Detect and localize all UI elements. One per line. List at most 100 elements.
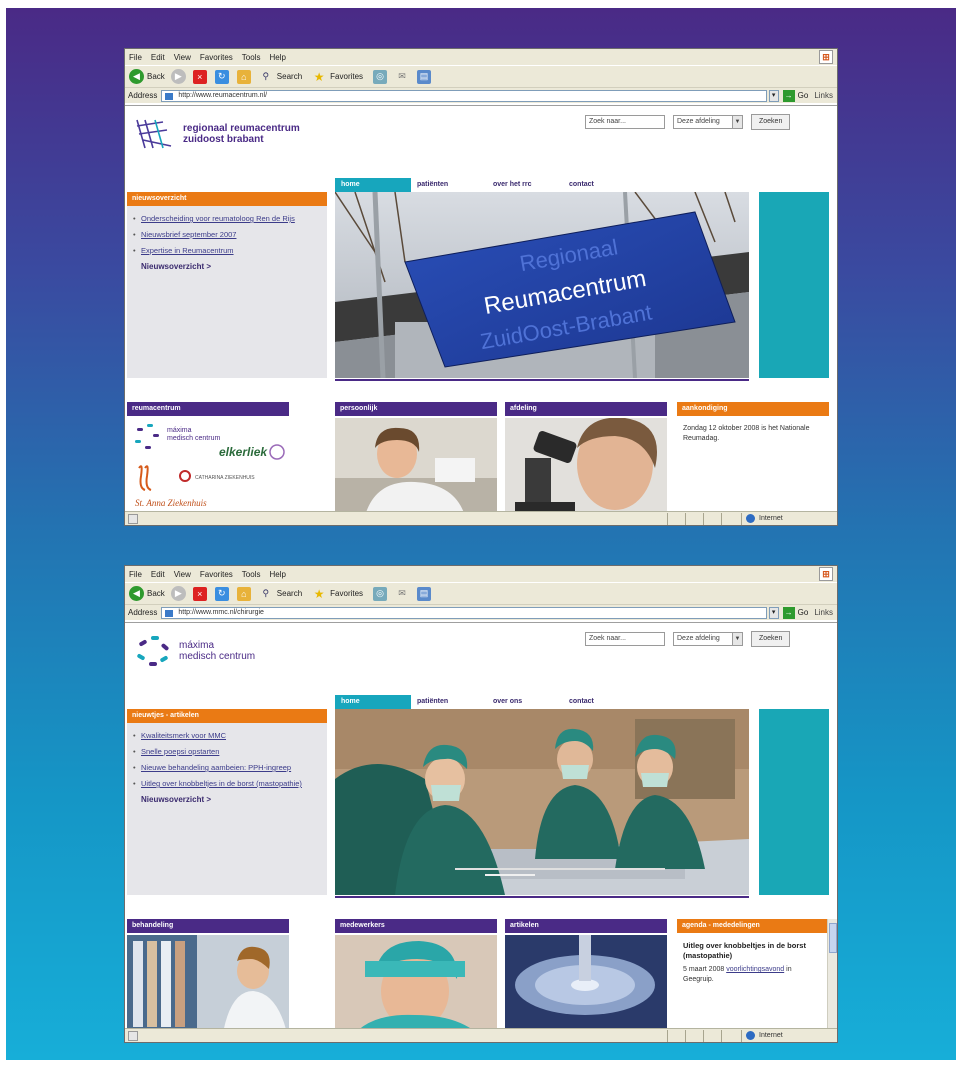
- main-navigation: home patiënten over het rrc contact: [335, 178, 639, 192]
- news-overview-link[interactable]: Nieuwsoverzicht >: [141, 262, 327, 271]
- home-icon[interactable]: ⌂: [236, 586, 251, 601]
- favorites-button[interactable]: Favorites: [330, 72, 363, 81]
- search-input[interactable]: Zoek naar...: [585, 115, 665, 129]
- stop-icon[interactable]: ×: [192, 69, 207, 84]
- microscope-photo: [505, 418, 667, 513]
- card-photo-device: [505, 935, 667, 1030]
- pharmacy-photo: [127, 935, 289, 1030]
- refresh-icon[interactable]: ↻: [214, 586, 229, 601]
- search-scope-select[interactable]: Deze afdeling ▼: [673, 632, 743, 646]
- news-item[interactable]: Snelle poepsi opstarten: [133, 746, 321, 757]
- page-scrollbar[interactable]: [827, 919, 837, 1030]
- globe-icon: [746, 1031, 755, 1040]
- menu-help[interactable]: Help: [269, 570, 285, 579]
- nav-over-het-rrc[interactable]: over het rrc: [487, 178, 563, 192]
- back-arrow-icon[interactable]: ◀: [129, 69, 144, 84]
- agenda-link[interactable]: voorlichtingsavond: [726, 966, 784, 973]
- card-title: medewerkers: [335, 919, 497, 933]
- menu-file[interactable]: File: [129, 570, 142, 579]
- news-item[interactable]: Kwaliteitsmerk voor MMC: [133, 730, 321, 741]
- print-icon[interactable]: ▤: [417, 586, 432, 601]
- reumacentrum-sign-photo: Regionaal Reumacentrum ZuidOost-Brabant: [335, 192, 749, 378]
- refresh-icon[interactable]: ↻: [214, 69, 229, 84]
- search-icon[interactable]: ⚲: [259, 587, 273, 601]
- mail-icon[interactable]: ✉: [395, 70, 409, 84]
- logo-line-2: zuidoost brabant: [183, 134, 264, 145]
- hero-divider: [335, 896, 749, 898]
- menu-help[interactable]: Help: [269, 53, 285, 62]
- go-button[interactable]: → Go: [782, 89, 808, 102]
- search-submit-button[interactable]: Zoeken: [751, 114, 791, 130]
- print-icon[interactable]: ▤: [417, 69, 432, 84]
- news-item[interactable]: Expertise in Reumacentrum: [133, 245, 321, 256]
- back-button[interactable]: Back: [147, 72, 165, 81]
- scrollbar-thumb[interactable]: [829, 923, 837, 953]
- favorites-star-icon[interactable]: ★: [312, 70, 326, 84]
- search-icon[interactable]: ⚲: [259, 70, 273, 84]
- stop-icon[interactable]: ×: [192, 586, 207, 601]
- forward-arrow-icon[interactable]: ▶: [170, 586, 186, 601]
- chevron-down-icon: ▼: [732, 116, 742, 128]
- news-item[interactable]: Uitleg over knobbeltjes in de borst (mas…: [133, 778, 321, 789]
- favorites-star-icon[interactable]: ★: [312, 587, 326, 601]
- menu-tools[interactable]: Tools: [242, 53, 261, 62]
- toolbar: ◀ Back ▶ × ↻ ⌂ ⚲ Search ★ Favorites ◎ ✉ …: [125, 582, 837, 604]
- search-input[interactable]: Zoek naar...: [585, 632, 665, 646]
- media-icon[interactable]: ◎: [373, 586, 388, 601]
- news-item[interactable]: Onderscheiding voor reumatoloog Ren de R…: [133, 213, 321, 224]
- news-item[interactable]: Nieuwsbrief september 2007: [133, 229, 321, 240]
- page-viewport: regionaal reumacentrum zuidoost brabant …: [125, 105, 837, 513]
- logo-line-1: regionaal reumacentrum: [183, 123, 300, 134]
- address-input[interactable]: http://www.reumacentrum.nl/: [161, 89, 767, 102]
- search-button[interactable]: Search: [277, 72, 302, 81]
- nav-home[interactable]: home: [335, 695, 411, 709]
- site-logo[interactable]: máxima medisch centrum: [133, 631, 255, 671]
- nav-patienten[interactable]: patiënten: [411, 178, 487, 192]
- news-list: Onderscheiding voor reumatoloog Ren de R…: [127, 206, 327, 256]
- logo-line-1: máxima: [179, 640, 215, 651]
- nav-patienten[interactable]: patiënten: [411, 695, 487, 709]
- address-dropdown-icon[interactable]: ▾: [768, 89, 779, 102]
- menu-tools[interactable]: Tools: [242, 570, 261, 579]
- address-input[interactable]: http://www.mmc.nl/chirurgie: [161, 606, 767, 619]
- links-label[interactable]: Links: [814, 91, 833, 100]
- search-submit-button[interactable]: Zoeken: [751, 631, 791, 647]
- menu-favorites[interactable]: Favorites: [200, 53, 233, 62]
- back-button[interactable]: Back: [147, 589, 165, 598]
- main-navigation: home patiënten over ons contact: [335, 695, 639, 709]
- nav-contact[interactable]: contact: [563, 695, 639, 709]
- mail-icon[interactable]: ✉: [395, 587, 409, 601]
- agenda-title[interactable]: Uitleg over knobbeltjes in de borst (mas…: [683, 941, 823, 961]
- chevron-down-icon: ▼: [732, 633, 742, 645]
- news-overview-link[interactable]: Nieuwsoverzicht >: [141, 795, 327, 804]
- menu-favorites[interactable]: Favorites: [200, 570, 233, 579]
- news-item[interactable]: Nieuwe behandeling aambeien: PPH-ingreep: [133, 762, 321, 773]
- links-label[interactable]: Links: [814, 608, 833, 617]
- forward-arrow-icon[interactable]: ▶: [170, 69, 186, 84]
- menu-view[interactable]: View: [174, 53, 191, 62]
- menu-view[interactable]: View: [174, 570, 191, 579]
- nav-home[interactable]: home: [335, 178, 411, 192]
- menu-edit[interactable]: Edit: [151, 53, 165, 62]
- menu-file[interactable]: File: [129, 53, 142, 62]
- nav-over-ons[interactable]: over ons: [487, 695, 563, 709]
- toolbar: ◀ Back ▶ × ↻ ⌂ ⚲ Search ★ Favorites ◎ ✉ …: [125, 65, 837, 87]
- search-button[interactable]: Search: [277, 589, 302, 598]
- browser-window-reumacentrum: File Edit View Favorites Tools Help ⊞ ◀ …: [124, 48, 838, 526]
- back-arrow-icon[interactable]: ◀: [129, 586, 144, 601]
- news-overview-box: nieuwsoverzicht Onderscheiding voor reum…: [127, 192, 327, 378]
- site-logo[interactable]: regionaal reumacentrum zuidoost brabant: [133, 114, 300, 154]
- site-search: Zoek naar... Deze afdeling ▼ Zoeken: [585, 114, 791, 130]
- menu-bar: File Edit View Favorites Tools Help ⊞: [125, 566, 837, 582]
- favorites-button[interactable]: Favorites: [330, 589, 363, 598]
- search-scope-select[interactable]: Deze afdeling ▼: [673, 115, 743, 129]
- site-search: Zoek naar... Deze afdeling ▼ Zoeken: [585, 631, 791, 647]
- address-dropdown-icon[interactable]: ▾: [768, 606, 779, 619]
- home-icon[interactable]: ⌂: [236, 69, 251, 84]
- nav-contact[interactable]: contact: [563, 178, 639, 192]
- media-icon[interactable]: ◎: [373, 69, 388, 84]
- card-afdeling: afdeling: [505, 402, 667, 513]
- menu-edit[interactable]: Edit: [151, 570, 165, 579]
- agenda-item: Uitleg over knobbeltjes in de borst (mas…: [677, 933, 829, 993]
- go-button[interactable]: → Go: [782, 606, 808, 619]
